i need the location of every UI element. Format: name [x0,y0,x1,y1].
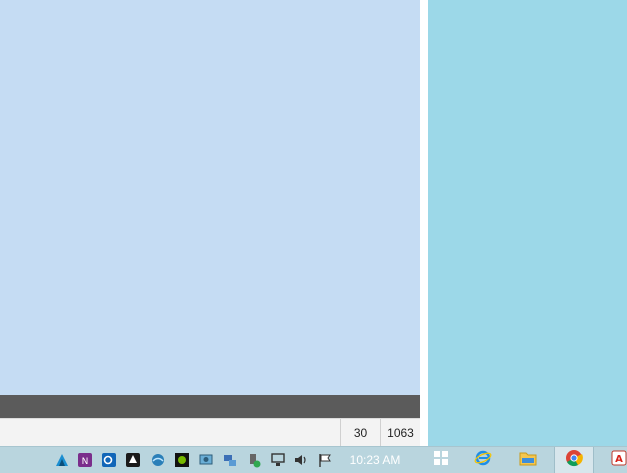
taskbar-file-explorer[interactable] [508,447,548,473]
taskbar-chrome[interactable] [554,447,594,473]
volume-icon[interactable] [293,452,309,468]
document-window[interactable] [0,0,420,446]
cloud-sync-icon[interactable] [150,452,166,468]
svg-text:N: N [82,457,89,467]
action-center-flag-icon[interactable] [317,452,333,468]
desktop-background[interactable] [428,0,627,446]
status-bar: 30 1063 [0,418,420,446]
inkscape-icon[interactable] [125,452,141,468]
network-sharing-icon[interactable] [222,452,238,468]
taskbar: N 10:23 AM A [0,446,627,473]
onenote-icon[interactable]: N [77,452,93,468]
autodesk-icon[interactable] [54,452,70,468]
svg-text:A: A [615,454,623,465]
chrome-icon [565,449,583,472]
acrobat-icon: A [611,450,627,471]
network-icon[interactable] [270,452,286,468]
file-explorer-icon [519,450,537,471]
horizontal-scrollbar[interactable] [0,395,420,418]
taskbar-start-button[interactable] [421,447,461,473]
status-cell-value-1: 30 [340,419,380,446]
taskbar-clock[interactable]: 10:23 AM [342,447,408,473]
screen-capture-icon[interactable] [198,452,214,468]
taskbar-acrobat[interactable]: A [605,447,627,473]
status-cell-value-2: 1063 [380,419,420,446]
window-divider [420,0,428,446]
windows-icon [433,450,449,471]
taskbar-internet-explorer[interactable] [463,447,503,473]
internet-explorer-icon [474,449,492,472]
usb-safe-remove-icon[interactable] [246,452,262,468]
nvidia-icon[interactable] [174,452,190,468]
outlook-icon[interactable] [101,452,117,468]
